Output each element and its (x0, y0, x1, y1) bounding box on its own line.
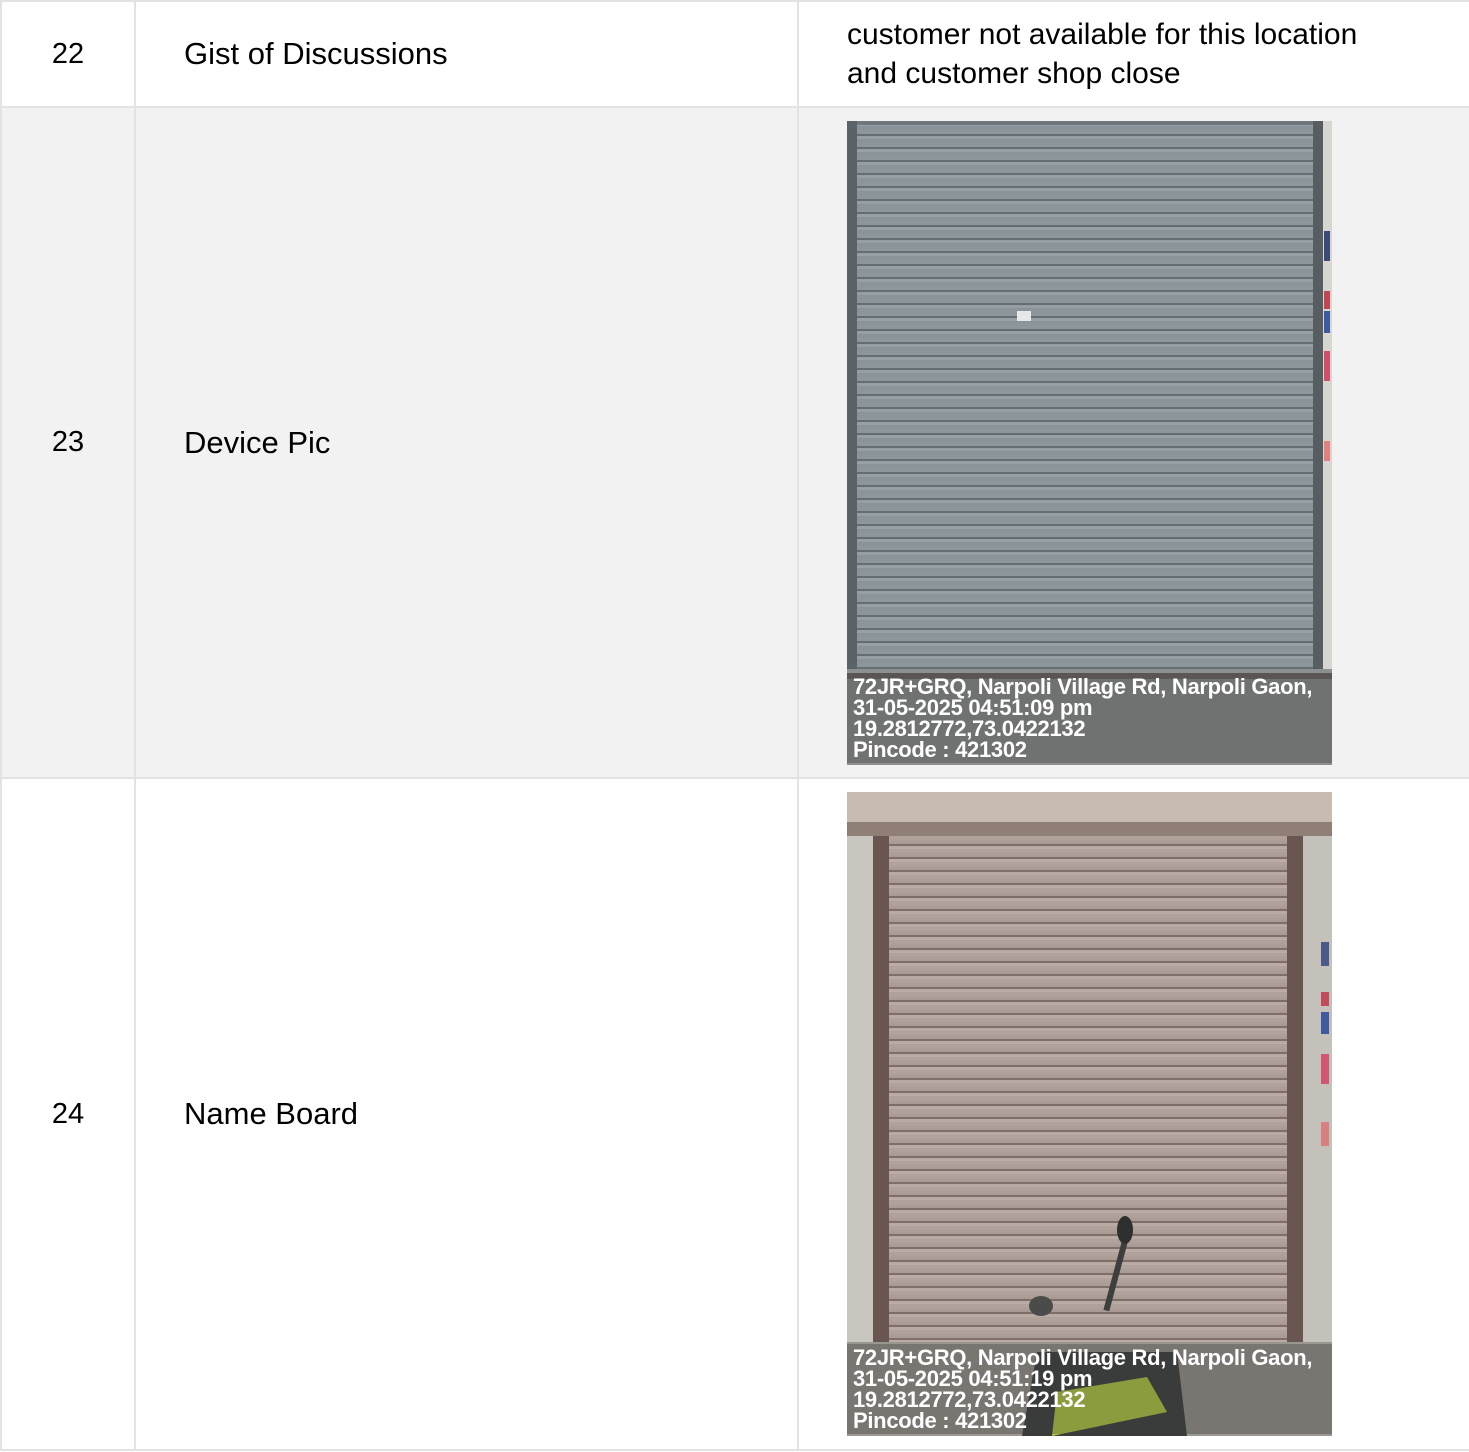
shutter-image (847, 792, 1332, 1436)
table-row: 22 Gist of Discussions customer not avai… (0, 0, 1469, 108)
row-number: 23 (0, 106, 136, 779)
field-label: Gist of Discussions (134, 0, 799, 108)
field-value: 72JR+GRQ, Narpoli Village Rd, Narpoli Ga… (797, 777, 1469, 1451)
stamp-pincode: Pincode : 421302 (853, 736, 1027, 762)
report-table: 22 Gist of Discussions customer not avai… (0, 0, 1469, 1451)
field-label: Device Pic (134, 106, 799, 779)
value-line: and customer shop close (847, 57, 1181, 90)
field-value: 72JR+GRQ, Narpoli Village Rd, Narpoli Ga… (797, 106, 1469, 779)
shutter-image (847, 120, 1332, 765)
table-row: 24 Name Board 72JR+GRQ, Narpoli Village … (0, 777, 1469, 1451)
name-board-photo: 72JR+GRQ, Narpoli Village Rd, Narpoli Ga… (847, 792, 1332, 1436)
field-value: customer not available for this location… (797, 0, 1469, 108)
row-number: 24 (0, 777, 136, 1451)
value-line: customer not available for this location (847, 18, 1358, 51)
table-row: 23 Device Pic 72JR+GRQ, Narpoli Village … (0, 106, 1469, 779)
device-photo: 72JR+GRQ, Narpoli Village Rd, Narpoli Ga… (847, 120, 1332, 765)
row-number: 22 (0, 0, 136, 108)
field-label: Name Board (134, 777, 799, 1451)
geotag-stamp: 72JR+GRQ, Narpoli Village Rd, Narpoli Ga… (847, 1344, 1332, 1434)
geotag-stamp: 72JR+GRQ, Narpoli Village Rd, Narpoli Ga… (847, 672, 1332, 763)
stamp-pincode: Pincode : 421302 (853, 1408, 1027, 1433)
